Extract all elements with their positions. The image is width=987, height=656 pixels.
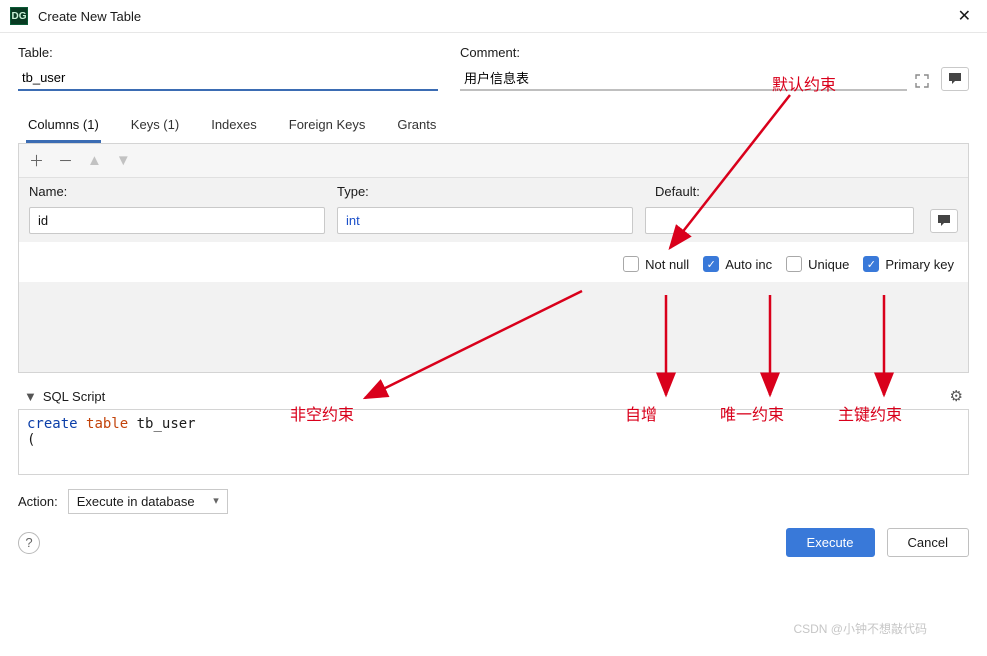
primary-key-label: Primary key [885,257,954,272]
name-header: Name: [29,184,337,199]
comment-label: Comment: [460,45,969,60]
gear-icon[interactable]: ⚙ [950,387,963,405]
not-null-label: Not null [645,257,689,272]
comment-input[interactable] [460,64,907,91]
tab-foreign-keys[interactable]: Foreign Keys [287,113,368,143]
tab-columns[interactable]: Columns (1) [26,113,101,143]
window-title: Create New Table [38,9,952,24]
comment-edit-button[interactable] [941,67,969,91]
unique-checkbox[interactable] [786,256,802,272]
annotation-primary-key: 主键约束 [838,401,902,425]
tab-indexes[interactable]: Indexes [209,113,259,143]
column-name-input[interactable] [29,207,325,234]
not-null-checkbox[interactable] [623,256,639,272]
default-edit-button[interactable] [930,209,958,233]
annotation-unique: 唯一约束 [720,401,784,425]
move-up-icon[interactable]: ▲ [87,152,102,169]
annotation-not-null: 非空约束 [290,401,354,425]
tab-grants[interactable]: Grants [395,113,438,143]
type-header: Type: [337,184,655,199]
auto-inc-label: Auto inc [725,257,772,272]
annotation-auto-inc: 自增 [625,401,657,425]
column-type-input[interactable] [337,207,633,234]
table-name-input[interactable] [18,64,438,91]
annotation-default: 默认约束 [772,71,836,95]
unique-label: Unique [808,257,849,272]
move-down-icon[interactable]: ▼ [116,152,131,169]
add-column-icon[interactable]: ＋ [29,150,44,171]
close-icon[interactable]: ✕ [952,6,977,26]
primary-key-checkbox[interactable]: ✓ [863,256,879,272]
help-icon[interactable]: ? [18,532,40,554]
execute-button[interactable]: Execute [786,528,875,557]
remove-column-icon[interactable]: － [58,150,73,171]
table-label: Table: [18,45,438,60]
tab-keys[interactable]: Keys (1) [129,113,181,143]
action-dropdown[interactable]: Execute in database [68,489,228,514]
column-default-input[interactable] [645,207,914,234]
watermark: CSDN @小钟不想敲代码 [793,620,927,637]
cancel-button[interactable]: Cancel [887,528,969,557]
action-label: Action: [18,494,58,509]
default-header: Default: [655,184,958,199]
app-icon: DG [10,7,28,25]
sql-script-label: SQL Script [43,389,105,404]
auto-inc-checkbox[interactable]: ✓ [703,256,719,272]
expand-icon[interactable] [915,74,929,91]
sql-script-toggle-icon[interactable]: ▼ [24,389,37,404]
sql-script-editor[interactable]: create table tb_user ( [18,409,969,475]
